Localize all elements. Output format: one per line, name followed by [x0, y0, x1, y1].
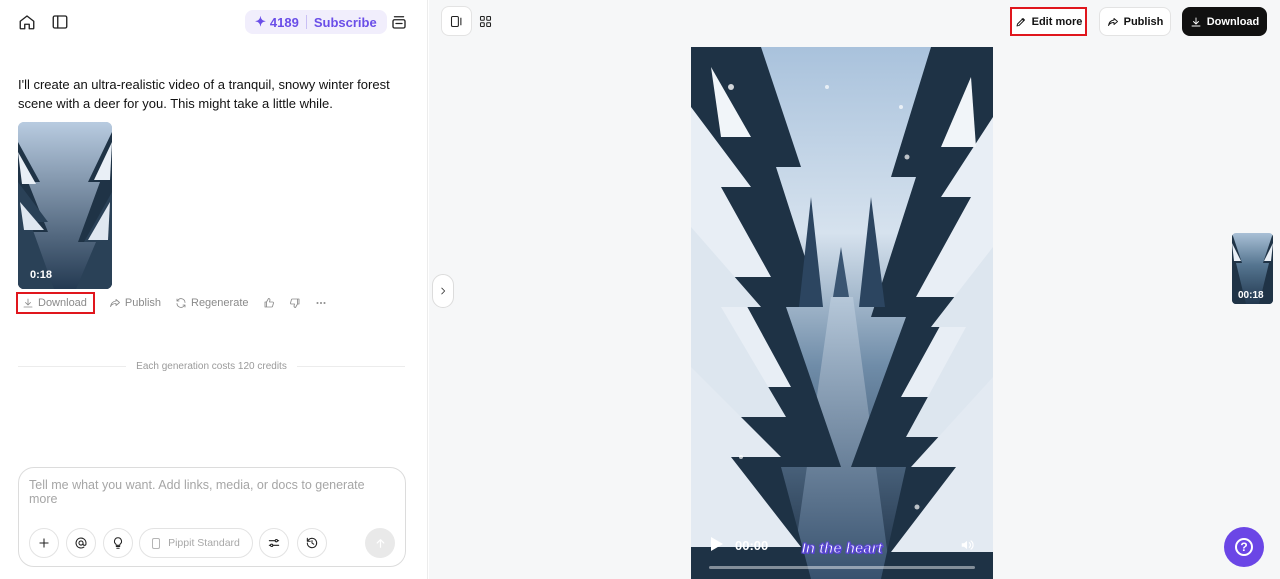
refresh-icon: [176, 298, 186, 308]
current-time: 00:00: [735, 538, 769, 553]
grid-icon: [479, 15, 492, 27]
subscribe-button[interactable]: Subscribe: [314, 15, 377, 30]
send-button[interactable]: [365, 528, 395, 558]
sparkle-icon: ✦: [255, 14, 266, 29]
history-icon: [306, 537, 318, 549]
video-thumbnail[interactable]: 0:18: [18, 122, 112, 289]
model-selector-label: Pippit Standard: [168, 537, 240, 549]
publish-action-label: Publish: [124, 297, 161, 309]
side-video-thumbnail[interactable]: 00:18: [1232, 233, 1273, 304]
prompt-composer: Pippit Standard: [18, 467, 406, 567]
thumbs-up-icon: [264, 298, 274, 308]
regenerate-action-label: Regenerate: [191, 297, 249, 309]
stack-icon: [392, 16, 406, 29]
question-mark-icon: ?: [1235, 538, 1253, 556]
dislike-button[interactable]: [289, 297, 301, 309]
side-thumbnail-duration: 00:18: [1238, 290, 1264, 301]
single-view-button[interactable]: [442, 7, 471, 35]
arrow-up-icon: [376, 538, 384, 548]
share-arrow-icon: [109, 299, 120, 307]
at-sign-icon: [75, 537, 87, 549]
divider: [305, 15, 307, 29]
add-attachment-button[interactable]: [29, 528, 59, 558]
plus-icon: [39, 538, 49, 548]
expand-panel-button[interactable]: [432, 274, 454, 308]
single-view-icon: [450, 15, 462, 27]
cost-note-text: Each generation costs 120 credits: [136, 361, 287, 372]
sliders-icon: [268, 538, 280, 548]
history-button[interactable]: [297, 528, 327, 558]
regenerate-action[interactable]: Regenerate: [175, 297, 249, 309]
message-actions: Download Publish Regenerate: [16, 292, 341, 314]
chat-panel: ✦ 4189 Subscribe I'll create an ultra-re…: [0, 0, 428, 579]
assistant-message: I'll create an ultra-realistic video of …: [18, 77, 390, 111]
view-toggle: [442, 7, 502, 35]
more-options-button[interactable]: [315, 297, 327, 309]
edit-more-label: Edit more: [1031, 15, 1083, 28]
download-label: Download: [1206, 15, 1260, 28]
divider: [18, 366, 127, 367]
generation-cost-note: Each generation costs 120 credits: [18, 361, 405, 372]
settings-sliders-button[interactable]: [259, 528, 289, 558]
thumbnail-duration: 0:18: [30, 269, 53, 281]
lightbulb-icon: [113, 537, 123, 549]
home-button[interactable]: [16, 11, 38, 33]
history-stack-button[interactable]: [388, 11, 410, 33]
toggle-sidebar-button[interactable]: [49, 11, 71, 33]
help-button[interactable]: ?: [1224, 527, 1264, 567]
home-icon: [19, 15, 35, 30]
video-player[interactable]: In the heart: [691, 47, 993, 579]
download-icon: [23, 298, 33, 308]
download-action-label: Download: [38, 297, 87, 309]
video-progress-bar[interactable]: [709, 566, 975, 569]
play-icon[interactable]: [711, 537, 723, 551]
thumbs-down-icon: [289, 298, 299, 308]
grid-view-button[interactable]: [471, 7, 500, 35]
volume-icon[interactable]: [960, 538, 974, 552]
download-button[interactable]: Download: [1182, 7, 1267, 36]
mention-button[interactable]: [66, 528, 96, 558]
publish-action[interactable]: Publish: [109, 297, 161, 309]
prompt-input[interactable]: [29, 478, 395, 518]
share-arrow-icon: [1107, 17, 1118, 26]
download-action[interactable]: Download: [16, 292, 95, 314]
snowy-forest-video-frame: [691, 47, 993, 579]
model-chip-icon: [152, 537, 161, 549]
sidebar-icon: [52, 15, 68, 29]
publish-label: Publish: [1123, 15, 1164, 28]
publish-button[interactable]: Publish: [1099, 7, 1171, 36]
credits-count: 4189: [269, 14, 299, 30]
divider: [296, 366, 405, 367]
forest-thumbnail-image: [18, 122, 112, 289]
edit-more-button[interactable]: Edit more: [1010, 7, 1087, 36]
like-button[interactable]: [263, 297, 275, 309]
more-horizontal-icon: [315, 301, 326, 305]
chevron-right-icon: [441, 287, 446, 295]
inspiration-button[interactable]: [103, 528, 133, 558]
model-selector[interactable]: Pippit Standard: [139, 528, 253, 558]
download-icon: [1191, 17, 1201, 26]
credits-pill[interactable]: ✦ 4189 Subscribe: [245, 10, 387, 34]
pencil-icon: [1016, 17, 1025, 26]
